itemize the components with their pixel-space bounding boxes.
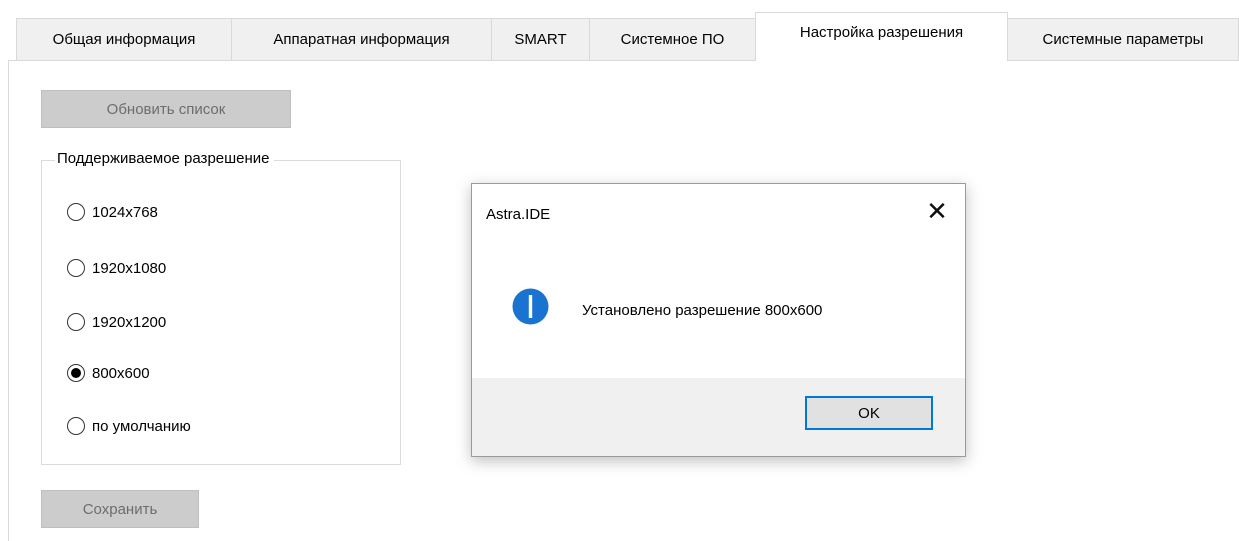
tab-system-parameters[interactable]: Системные параметры (1007, 18, 1239, 60)
radio-button[interactable] (67, 259, 85, 277)
radio-button[interactable] (67, 203, 85, 221)
refresh-list-button[interactable]: Обновить список (41, 90, 291, 128)
tab-system-software[interactable]: Системное ПО (589, 18, 756, 60)
radio-800x600[interactable]: 800x600 (67, 363, 150, 383)
ok-button[interactable]: OK (805, 396, 933, 430)
group-legend: Поддерживаемое разрешение (55, 150, 274, 167)
tab-hardware-info[interactable]: Аппаратная информация (231, 18, 492, 60)
message-dialog: Astra.IDE ✕ Установлено разрешение 800x6… (471, 183, 966, 457)
tab-strip: Общая информация Аппаратная информация S… (0, 0, 1239, 61)
radio-1920x1200[interactable]: 1920x1200 (67, 312, 166, 332)
dialog-footer: OK (472, 378, 965, 456)
radio-default[interactable]: по умолчанию (67, 416, 191, 436)
radio-button[interactable] (67, 313, 85, 331)
radio-button[interactable] (67, 417, 85, 435)
radio-1024x768[interactable]: 1024x768 (67, 202, 158, 222)
radio-1920x1080[interactable]: 1920x1080 (67, 258, 166, 278)
dialog-title: Astra.IDE (486, 206, 551, 223)
radio-label: 1024x768 (92, 203, 158, 221)
close-icon[interactable]: ✕ (925, 199, 949, 225)
tab-resolution-settings[interactable]: Настройка разрешения (755, 12, 1008, 61)
radio-label: 1920x1080 (92, 259, 167, 277)
radio-label: 1920x1200 (92, 313, 167, 331)
info-icon (512, 288, 549, 325)
radio-button-checked[interactable] (67, 364, 85, 382)
radio-label: по умолчанию (92, 417, 191, 435)
tab-general-info[interactable]: Общая информация (16, 18, 232, 60)
save-button[interactable]: Сохранить (41, 490, 199, 528)
dialog-message: Установлено разрешение 800x600 (582, 302, 823, 319)
tab-smart[interactable]: SMART (491, 18, 590, 60)
radio-label: 800x600 (92, 364, 150, 382)
